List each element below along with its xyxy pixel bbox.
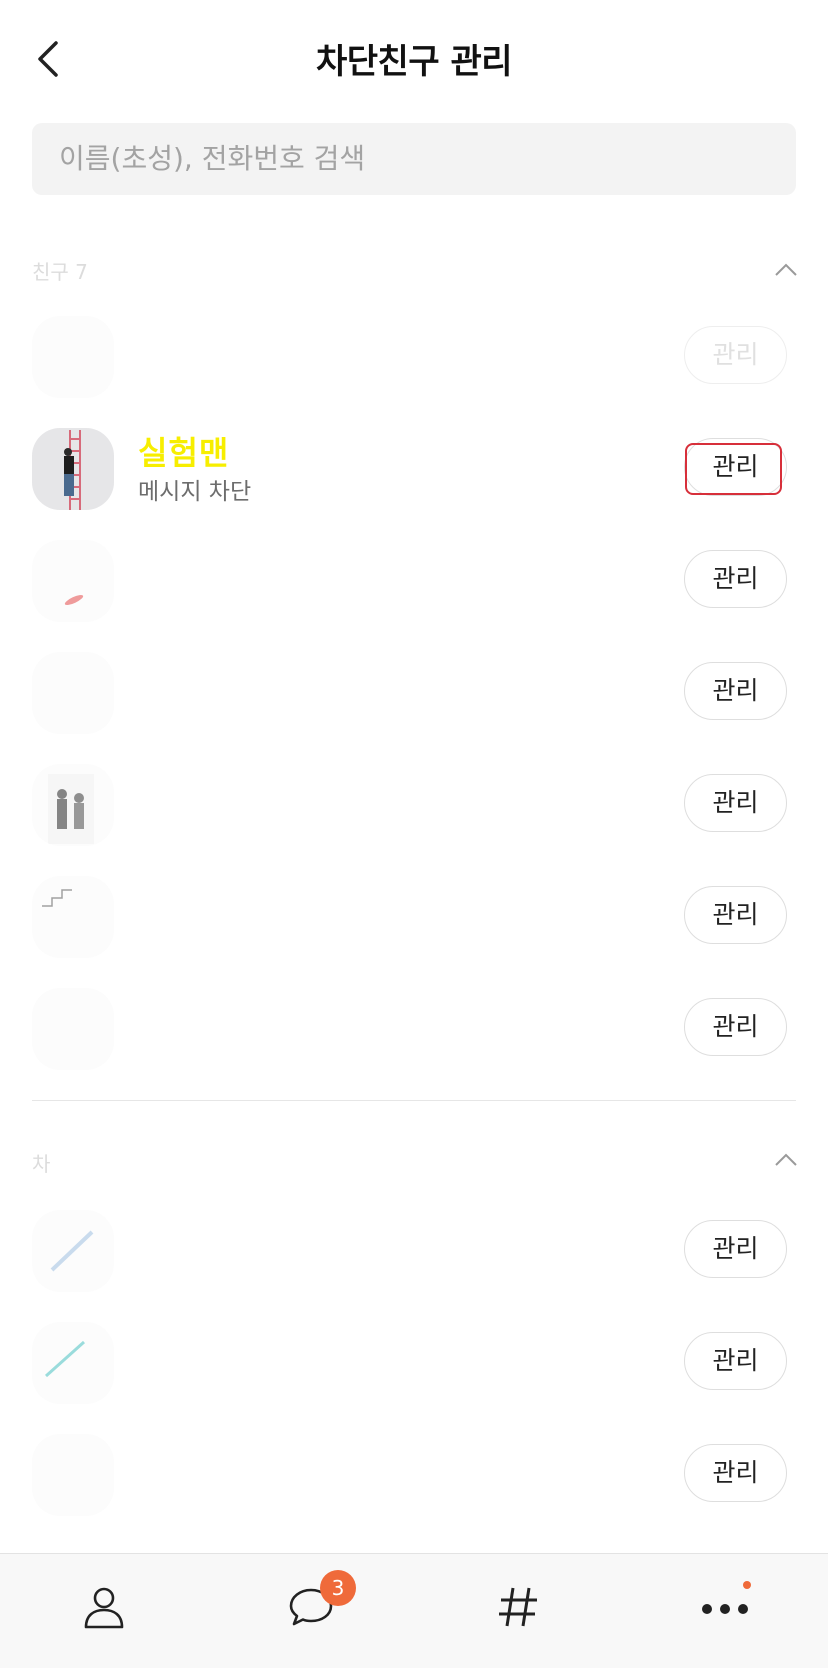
chevron-up-icon[interactable] [774,1152,798,1168]
friend-status: 메시지 차단 [138,479,252,505]
manage-button[interactable]: 관리 [684,662,787,720]
manage-button[interactable]: 관리 [684,774,787,832]
page-title: 차단친구 관리 [315,42,513,82]
section-label-friends: 친구 7 [32,260,88,284]
avatar [32,540,114,622]
focus-highlight [685,443,782,495]
manage-button[interactable]: 관리 [684,998,787,1056]
manage-button[interactable]: 관리 [684,550,787,608]
manage-button[interactable]: 관리 [684,326,787,384]
tab-friends[interactable] [0,1554,207,1668]
section-label-second: 차 [32,1152,51,1176]
list-item[interactable]: 관리 [0,524,828,636]
unread-badge: 3 [320,1570,356,1606]
friend-name: 실험맨 [138,434,230,472]
header: 차단친구 관리 [0,0,828,118]
manage-button[interactable]: 관리 [684,1220,787,1278]
avatar [32,316,114,398]
list-item[interactable]: 관리 [0,972,828,1084]
avatar [32,1322,114,1404]
manage-button[interactable]: 관리 [684,1444,787,1502]
manage-button[interactable]: 관리 [684,886,787,944]
person-icon [84,1587,123,1629]
chevron-up-icon[interactable] [774,262,798,278]
list-item[interactable]: 관리 [0,1418,828,1530]
notification-dot [743,1581,751,1589]
hashtag-icon [498,1587,537,1627]
section-divider [32,1100,796,1101]
list-item[interactable]: 관리 [0,1194,828,1306]
list-item[interactable]: 관리 [0,1306,828,1418]
avatar [32,988,114,1070]
tab-chats[interactable] [207,1554,414,1668]
avatar [32,876,114,958]
list-item[interactable]: 관리 [0,300,828,412]
avatar [32,428,114,510]
list-item[interactable]: 관리 [0,636,828,748]
more-dots-icon [701,1604,748,1614]
avatar [32,764,114,846]
list-item[interactable]: 관리 [0,860,828,972]
bottom-tab-bar: 3 [0,1553,828,1668]
list-item[interactable]: 관리 [0,748,828,860]
search-input[interactable]: 이름(초성), 전화번호 검색 [32,123,796,195]
avatar [32,652,114,734]
tab-hashtag[interactable] [414,1554,621,1668]
manage-button[interactable]: 관리 [684,1332,787,1390]
avatar [32,1434,114,1516]
tab-more[interactable] [621,1554,828,1668]
avatar [32,1210,114,1292]
